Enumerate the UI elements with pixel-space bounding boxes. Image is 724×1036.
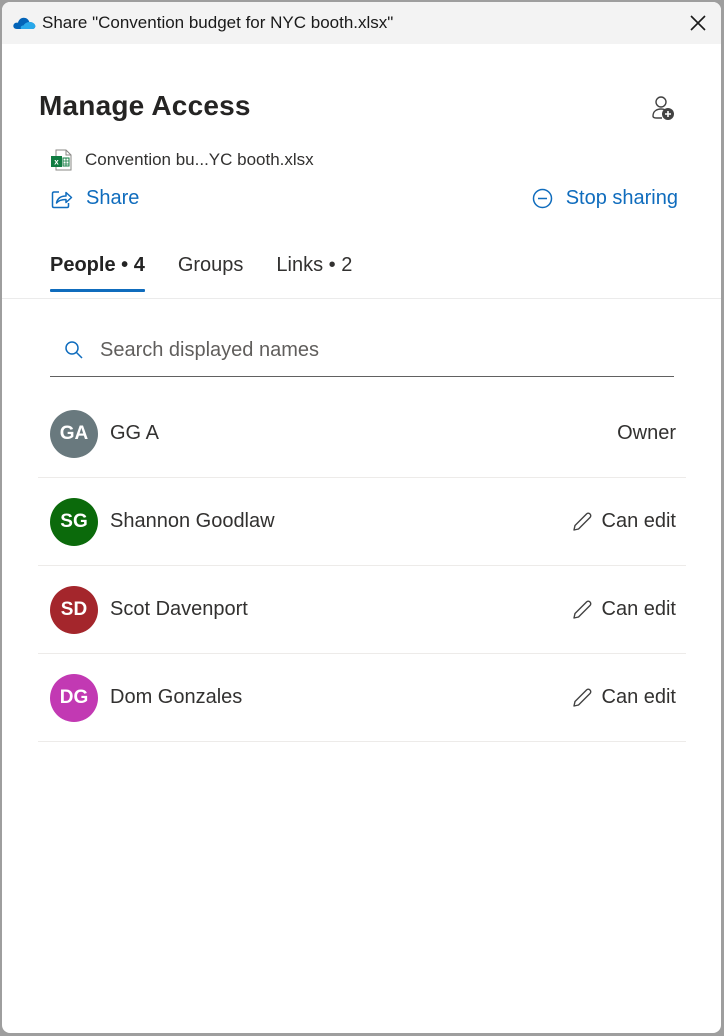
search-input[interactable]	[98, 337, 642, 363]
person-row[interactable]: SD Scot Davenport Can edit	[38, 566, 686, 654]
pencil-icon	[572, 512, 591, 531]
minus-circle-icon	[532, 188, 552, 209]
close-icon	[690, 15, 706, 31]
file-info: x Convention bu...YC booth.xlsx	[50, 149, 314, 171]
person-row[interactable]: GA GG A Owner	[38, 390, 686, 478]
person-name: Dom Gonzales	[110, 686, 243, 708]
role-text: Owner	[617, 422, 676, 444]
avatar: SD	[50, 585, 98, 634]
excel-file-icon: x	[51, 149, 72, 171]
person-name: Scot Davenport	[110, 598, 248, 620]
share-icon	[51, 190, 73, 208]
avatar: SG	[50, 497, 98, 546]
add-person-icon[interactable]	[648, 94, 678, 122]
search-box	[50, 324, 674, 377]
avatar: DG	[50, 673, 98, 722]
person-name: GG A	[110, 422, 159, 444]
role-text: Can edit	[601, 510, 677, 532]
tab-links[interactable]: Links • 2	[276, 254, 352, 291]
people-list: GA GG A Owner SG Shannon Goodlaw Can edi…	[38, 390, 686, 742]
page-title: Manage Access	[39, 90, 251, 121]
tab-groups[interactable]: Groups	[178, 254, 244, 291]
person-name: Shannon Goodlaw	[110, 510, 275, 532]
pencil-icon	[572, 600, 591, 619]
title-bar: Share "Convention budget for NYC booth.x…	[2, 2, 721, 44]
permission-dropdown[interactable]: Can edit	[571, 598, 677, 621]
pencil-icon	[572, 688, 591, 707]
share-label: Share	[86, 187, 140, 209]
stop-sharing-button[interactable]: Stop sharing	[532, 187, 678, 210]
stop-sharing-label: Stop sharing	[565, 187, 678, 209]
person-row[interactable]: DG Dom Gonzales Can edit	[38, 654, 686, 742]
role-text: Can edit	[601, 598, 677, 620]
search-icon	[65, 341, 83, 359]
onedrive-cloud-icon	[13, 17, 36, 29]
role-label: Owner	[617, 422, 676, 445]
file-name: Convention bu...YC booth.xlsx	[85, 150, 314, 169]
share-button[interactable]: Share	[51, 187, 139, 210]
access-tabs: People • 4 Groups Links • 2	[50, 254, 385, 292]
close-button[interactable]	[683, 8, 713, 38]
window-title: Share "Convention budget for NYC booth.x…	[42, 13, 394, 32]
tab-people[interactable]: People • 4	[50, 254, 145, 292]
person-row[interactable]: SG Shannon Goodlaw Can edit	[38, 478, 686, 566]
svg-text:x: x	[54, 158, 59, 167]
permission-dropdown[interactable]: Can edit	[571, 510, 677, 533]
tab-divider	[2, 298, 721, 299]
share-dialog-window: Share "Convention budget for NYC booth.x…	[2, 2, 721, 1033]
role-text: Can edit	[601, 686, 677, 708]
avatar: GA	[50, 409, 98, 458]
permission-dropdown[interactable]: Can edit	[571, 686, 677, 709]
